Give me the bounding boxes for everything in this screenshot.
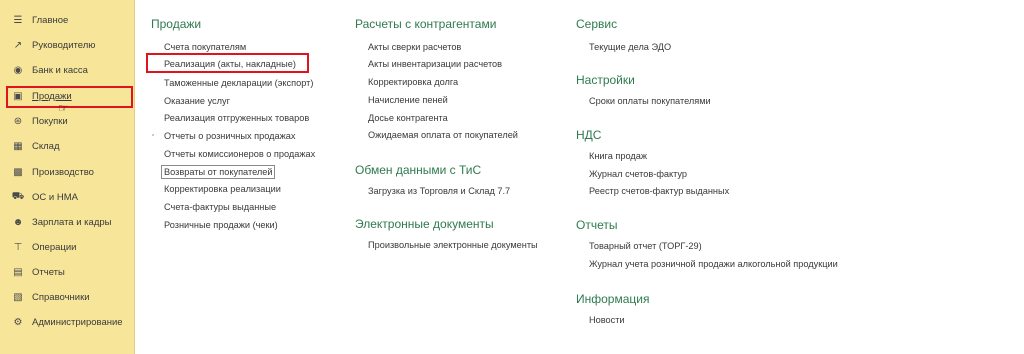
link-expected-payment[interactable]: Ожидаемая оплата от покупателей: [368, 130, 518, 140]
link-arbitrary-edocs[interactable]: Произвольные электронные документы: [368, 240, 538, 250]
section-title-vat: НДС: [576, 128, 602, 142]
factory-icon: ▩: [13, 166, 23, 178]
sidebar-item-production[interactable]: ▩ Производство: [0, 160, 134, 184]
sidebar-item-label: Банк и касса: [32, 64, 88, 76]
sidebar-item-label: Зарплата и кадры: [32, 216, 112, 228]
link-issued-invoices[interactable]: Счета-фактуры выданные: [164, 202, 276, 212]
section-title-edocs: Электронные документы: [355, 217, 494, 231]
link-load-from-trade[interactable]: Загрузка из Торговля и Склад 7.7: [368, 186, 510, 196]
link-shipped-goods[interactable]: Реализация отгруженных товаров: [164, 113, 309, 123]
link-invoice-journal[interactable]: Журнал счетов-фактур: [589, 169, 687, 179]
warehouse-icon: ▦: [13, 140, 23, 152]
link-inventory-acts[interactable]: Акты инвентаризации расчетов: [368, 59, 502, 69]
sidebar-item-operations[interactable]: ⊤ Операции: [0, 235, 134, 259]
sidebar-item-label: Отчеты: [32, 266, 65, 278]
link-payment-terms[interactable]: Сроки оплаты покупателями: [589, 96, 711, 106]
trend-icon: ↗: [13, 39, 23, 51]
section-title-exchange: Обмен данными с ТиС: [355, 163, 482, 177]
sidebar-item-label: Руководителю: [32, 39, 96, 51]
link-services[interactable]: Оказание услуг: [164, 96, 230, 106]
link-realization-correction[interactable]: Корректировка реализации: [164, 184, 281, 194]
link-news[interactable]: Новости: [589, 315, 625, 325]
highlight-box-realization: [146, 53, 309, 73]
sidebar: ☰ Главное ↗ Руководителю ◉ Банк и касса …: [0, 0, 135, 354]
section-title-service: Сервис: [576, 17, 618, 31]
sidebar-item-warehouse[interactable]: ▦ Склад: [0, 134, 134, 158]
reports-icon: ▤: [13, 266, 23, 278]
sidebar-item-directories[interactable]: ▧ Справочники: [0, 285, 134, 309]
operations-icon: ⊤: [13, 241, 23, 253]
link-counterparty-dossier[interactable]: Досье контрагента: [368, 113, 448, 123]
link-retail-receipts[interactable]: Розничные продажи (чеки): [164, 220, 278, 230]
bullet-dot: [152, 134, 154, 136]
link-sales-book[interactable]: Книга продаж: [589, 151, 647, 161]
sidebar-item-label: Справочники: [32, 291, 90, 303]
link-alcohol-journal[interactable]: Журнал учета розничной продажи алкогольн…: [589, 259, 838, 269]
menu-icon: ☰: [13, 14, 23, 26]
section-title-settings: Настройки: [576, 73, 635, 87]
sidebar-item-label: Главное: [32, 14, 69, 26]
section-title-reports: Отчеты: [576, 218, 618, 232]
sidebar-item-bank[interactable]: ◉ Банк и касса: [0, 58, 134, 82]
link-penalties[interactable]: Начисление пеней: [368, 95, 448, 105]
section-title-info: Информация: [576, 292, 650, 306]
link-commission-reports[interactable]: Отчеты комиссионеров о продажах: [164, 149, 315, 159]
cursor-hand-icon: ☞: [58, 101, 69, 115]
sidebar-item-admin[interactable]: ⚙ Администрирование: [0, 310, 134, 334]
highlight-box-sales: [6, 86, 133, 108]
sidebar-item-reports[interactable]: ▤ Отчеты: [0, 260, 134, 284]
sidebar-item-label: Администрирование: [32, 316, 123, 328]
link-returns[interactable]: Возвраты от покупателей: [161, 165, 276, 179]
link-current-edo[interactable]: Текущие дела ЭДО: [589, 42, 671, 52]
link-retail-reports[interactable]: Отчеты о розничных продажах: [164, 131, 295, 141]
gear-icon: ⚙: [13, 316, 23, 328]
sidebar-item-label: Склад: [32, 140, 60, 152]
section-title-sales: Продажи: [151, 17, 202, 31]
link-torg29[interactable]: Товарный отчет (ТОРГ-29): [589, 241, 702, 251]
coin-icon: ◉: [13, 64, 23, 76]
truck-icon: ⛟: [11, 190, 25, 202]
link-debt-correction[interactable]: Корректировка долга: [368, 77, 458, 87]
sidebar-item-label: Операции: [32, 241, 77, 253]
sidebar-item-main[interactable]: ☰ Главное: [0, 8, 134, 32]
sidebar-item-label: Покупки: [32, 115, 68, 127]
link-invoices[interactable]: Счета покупателям: [164, 42, 246, 52]
link-reconciliation[interactable]: Акты сверки расчетов: [368, 42, 461, 52]
sidebar-item-label: ОС и НМА: [32, 191, 78, 203]
books-icon: ▧: [13, 291, 23, 303]
sidebar-item-manager[interactable]: ↗ Руководителю: [0, 33, 134, 57]
sidebar-item-assets[interactable]: ⛟ ОС и НМА: [0, 185, 134, 209]
cart-icon: ⊛: [13, 115, 23, 127]
link-invoice-registry[interactable]: Реестр счетов-фактур выданных: [589, 186, 729, 196]
sidebar-item-salary[interactable]: ☻ Зарплата и кадры: [0, 210, 134, 234]
section-title-settlements: Расчеты с контрагентами: [355, 17, 497, 31]
people-icon: ☻: [12, 216, 24, 228]
link-customs-declarations[interactable]: Таможенные декларации (экспорт): [164, 78, 313, 88]
sidebar-item-label: Производство: [32, 166, 94, 178]
